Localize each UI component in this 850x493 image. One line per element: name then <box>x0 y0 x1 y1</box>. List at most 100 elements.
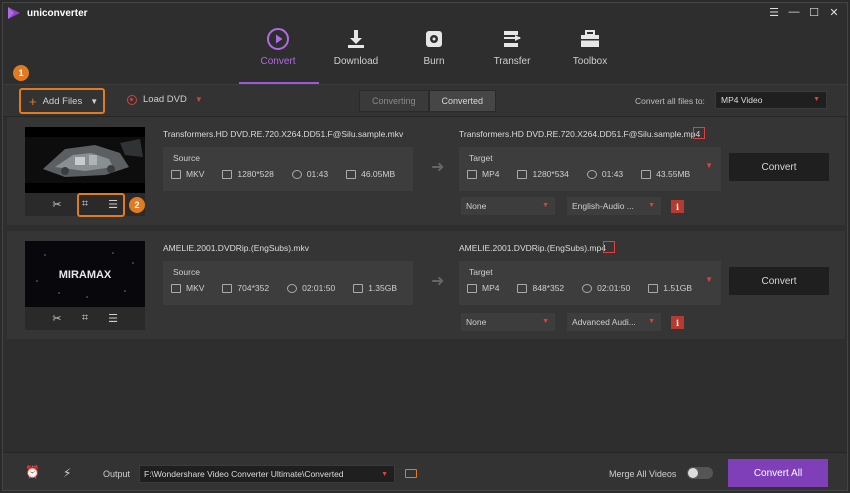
clock-icon <box>586 169 597 179</box>
target-filename: Transformers.HD DVD.RE.720.X264.DD51.F@S… <box>459 129 701 139</box>
subtitle-select[interactable]: None ▼ <box>461 313 555 331</box>
edit-pencil-icon[interactable] <box>603 241 615 253</box>
status-tabs: Converting Converted <box>359 90 497 112</box>
burn-disc-icon <box>426 31 442 47</box>
tab-toolbox[interactable]: Toolbox <box>551 23 629 83</box>
maximize-icon[interactable]: ☐ <box>807 5 821 19</box>
toggle-knob <box>688 468 698 478</box>
tab-burn-label: Burn <box>423 56 445 67</box>
chevron-down-icon[interactable]: ▼ <box>90 97 98 106</box>
tab-download-label: Download <box>333 56 379 67</box>
effects-sliders-icon[interactable]: ☰ <box>103 312 123 325</box>
target-label: Target <box>469 153 493 163</box>
close-icon[interactable]: ✕ <box>827 5 841 19</box>
chevron-down-icon: ▼ <box>542 202 549 209</box>
video-thumbnail[interactable]: MIRAMAX <box>25 241 145 307</box>
edit-tools: ✂ ⌗ ☰ <box>25 307 145 330</box>
target-duration: 01:43 <box>601 169 624 179</box>
open-folder-icon[interactable] <box>405 469 417 478</box>
target-info[interactable]: Target MP4 1280*534 01:43 43.55MB ▼ <box>459 147 721 191</box>
audio-value: English-Audio ... <box>572 201 634 211</box>
target-filename: AMELIE.2001.DVDRip.(EngSubs).mp4 <box>459 243 606 253</box>
minimize-icon[interactable]: — <box>787 5 801 19</box>
tab-burn[interactable]: Burn <box>395 23 473 83</box>
film-icon <box>467 169 477 179</box>
file-row: MIRAMAX ✂ ⌗ ☰ AMELIE.2001.DVDRip.(EngSub… <box>7 231 845 339</box>
resolution-icon <box>222 169 233 179</box>
thumbnail-image: MIRAMAX <box>25 241 145 307</box>
thumbnail-image <box>25 127 145 193</box>
target-format: MP4 <box>482 283 500 293</box>
audio-value: Advanced Audi... <box>572 317 636 327</box>
toolbar: 1 + Add Files ▼ Load DVD ▼ Converting Co… <box>3 65 847 117</box>
folder-icon <box>648 283 659 293</box>
info-icon[interactable]: i <box>671 316 684 329</box>
transfer-icon <box>504 31 521 47</box>
chevron-down-icon[interactable]: ▼ <box>705 161 713 170</box>
step-badge-2: 2 <box>129 197 145 213</box>
toolbox-icon <box>581 30 599 47</box>
thumbnail-logo-text: MIRAMAX <box>59 269 112 281</box>
lightning-icon[interactable]: ⚡ <box>63 466 71 480</box>
tab-converted[interactable]: Converted <box>428 90 497 112</box>
target-format: MP4 <box>482 169 500 179</box>
folder-icon <box>353 283 364 293</box>
chevron-down-icon[interactable]: ▼ <box>195 95 203 104</box>
add-files-button[interactable]: + Add Files ▼ <box>19 88 105 114</box>
crop-icon[interactable]: ⌗ <box>75 312 95 325</box>
convert-button[interactable]: Convert <box>729 267 829 295</box>
app-window: uniconverter ☰ — ☐ ✕ Convert Download Bu… <box>2 2 848 491</box>
convert-button[interactable]: Convert <box>729 153 829 181</box>
main-nav: Convert Download Burn Transfer Toolbox <box>239 23 629 83</box>
edit-pencil-icon[interactable] <box>693 127 705 139</box>
source-duration: 02:01:50 <box>302 283 336 293</box>
merge-videos-toggle[interactable] <box>687 467 713 479</box>
tab-transfer-label: Transfer <box>493 56 531 67</box>
film-icon <box>171 169 181 179</box>
add-files-label: Add Files <box>42 95 83 107</box>
chevron-down-icon: ▼ <box>813 96 820 103</box>
audio-select[interactable]: Advanced Audi... ▼ <box>567 313 661 331</box>
clock-icon <box>287 283 298 293</box>
video-thumbnail[interactable] <box>25 127 145 193</box>
scissors-icon[interactable]: ✂ <box>47 198 67 211</box>
tab-converting[interactable]: Converting <box>359 90 429 112</box>
scissors-icon[interactable]: ✂ <box>47 312 67 325</box>
source-resolution: 1280*528 <box>237 169 274 179</box>
audio-select[interactable]: English-Audio ... ▼ <box>567 197 661 215</box>
chevron-down-icon: ▼ <box>542 318 549 325</box>
output-format-select[interactable]: MP4 Video ▼ <box>715 91 827 109</box>
bottom-bar: ⏰ ⚡ Output F:\Wondershare Video Converte… <box>3 452 847 490</box>
edit-tools-highlight <box>77 193 125 217</box>
output-path-select[interactable]: F:\Wondershare Video Converter Ultimate\… <box>139 465 395 483</box>
convert-all-button[interactable]: Convert All <box>728 459 828 487</box>
info-icon[interactable]: i <box>671 200 684 213</box>
target-label: Target <box>469 267 493 277</box>
clock-icon <box>582 283 593 293</box>
file-row: ✂ ⌗ ☰ 2 Transformers.HD DVD.RE.720.X264.… <box>7 117 845 225</box>
subtitle-select[interactable]: None ▼ <box>461 197 555 215</box>
source-duration: 01:43 <box>306 169 329 179</box>
target-info[interactable]: Target MP4 848*352 02:01:50 1.51GB ▼ <box>459 261 721 305</box>
title-bar: uniconverter ☰ — ☐ ✕ <box>3 3 847 23</box>
output-path-value: F:\Wondershare Video Converter Ultimate\… <box>144 469 344 479</box>
tab-convert[interactable]: Convert <box>239 23 317 83</box>
source-info: Source MKV 1280*528 01:43 46.05MB <box>163 147 413 191</box>
chevron-down-icon: ▼ <box>648 318 655 325</box>
tab-transfer[interactable]: Transfer <box>473 23 551 83</box>
source-label: Source <box>173 267 200 277</box>
window-controls: ☰ — ☐ ✕ <box>767 5 841 19</box>
source-format: MKV <box>186 283 205 293</box>
arrow-right-icon: ➜ <box>431 273 445 290</box>
load-dvd-button[interactable]: Load DVD ▼ <box>127 94 203 105</box>
source-info: Source MKV 704*352 02:01:50 1.35GB <box>163 261 413 305</box>
tab-download[interactable]: Download <box>317 23 395 83</box>
alarm-clock-icon[interactable]: ⏰ <box>25 465 40 479</box>
target-size: 1.51GB <box>663 283 693 293</box>
app-logo-icon <box>8 7 20 19</box>
film-icon <box>467 283 477 293</box>
resolution-icon <box>517 283 528 293</box>
source-label: Source <box>173 153 200 163</box>
menu-icon[interactable]: ☰ <box>767 5 781 19</box>
chevron-down-icon[interactable]: ▼ <box>705 275 713 284</box>
